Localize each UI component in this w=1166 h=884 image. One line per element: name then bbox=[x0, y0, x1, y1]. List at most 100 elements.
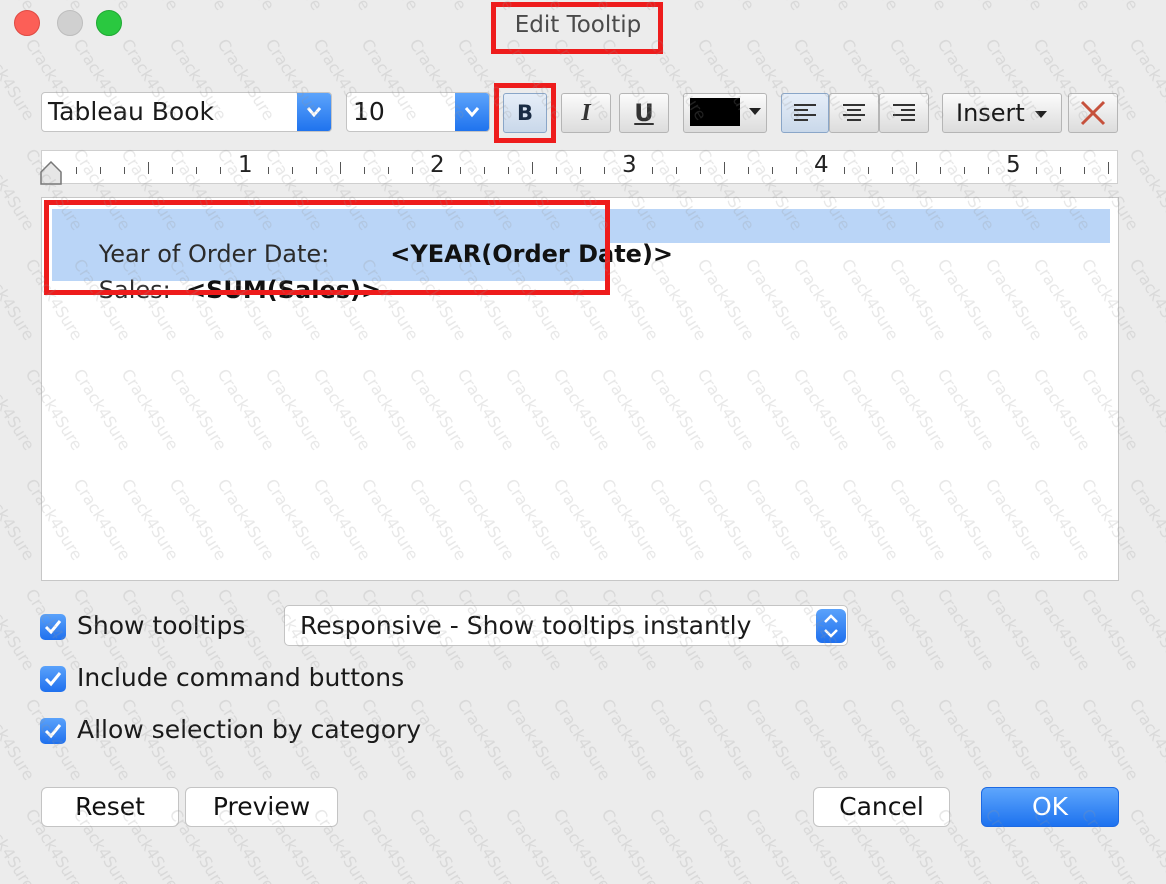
watermark-text: Crack4Sure bbox=[501, 805, 567, 884]
ruler-tick bbox=[484, 167, 485, 174]
font-family-value: Tableau Book bbox=[48, 97, 214, 126]
ruler-tick bbox=[268, 167, 269, 174]
ruler-tick bbox=[76, 167, 77, 174]
watermark-text: Crack4Sure bbox=[693, 805, 759, 884]
ruler-tick bbox=[1036, 167, 1037, 174]
watermark-text: Crack4Sure bbox=[0, 585, 39, 674]
ruler-tick bbox=[508, 167, 509, 174]
ruler-tick bbox=[148, 162, 149, 174]
watermark-text: Crack4Sure bbox=[789, 695, 855, 784]
ruler-tick bbox=[172, 167, 173, 174]
watermark-text: Crack4Sure bbox=[597, 695, 663, 784]
watermark-text: Crack4Sure bbox=[453, 805, 519, 884]
watermark-text: Crack4Sure bbox=[405, 805, 471, 884]
ruler-tick bbox=[844, 167, 845, 174]
watermark-text: Crack4Sure bbox=[0, 695, 39, 784]
ruler-tick bbox=[340, 162, 341, 174]
align-center-button[interactable] bbox=[829, 93, 879, 133]
window-title: Edit Tooltip bbox=[514, 12, 642, 38]
show-tooltips-label[interactable]: Show tooltips bbox=[77, 611, 245, 640]
ruler-tick bbox=[388, 167, 389, 174]
align-left-button[interactable] bbox=[781, 93, 829, 133]
ruler-tick bbox=[676, 167, 677, 174]
ruler-tick bbox=[652, 167, 653, 174]
ruler-tick bbox=[916, 162, 917, 174]
bold-button[interactable]: B bbox=[503, 93, 547, 133]
ruler-label-1: 1 bbox=[238, 152, 253, 178]
ruler-tick bbox=[964, 167, 965, 174]
ruler-tick bbox=[988, 167, 989, 174]
ruler-tick bbox=[700, 167, 701, 174]
align-right-icon bbox=[893, 104, 915, 121]
watermark-text: Crack4Sure bbox=[597, 805, 663, 884]
ruler-tick bbox=[940, 167, 941, 174]
tooltip-mode-select[interactable]: Responsive - Show tooltips instantly bbox=[284, 605, 848, 646]
watermark-text: Crack4Sure bbox=[1077, 695, 1143, 784]
ruler-tick bbox=[460, 167, 461, 174]
watermark-text: Crack4Sure bbox=[1077, 585, 1143, 674]
watermark-text: Crack4Sure bbox=[0, 255, 39, 344]
checkmark-icon bbox=[44, 672, 62, 687]
checkmark-icon bbox=[44, 724, 62, 739]
watermark-text: Crack4Sure bbox=[1029, 585, 1095, 674]
font-family-select[interactable]: Tableau Book bbox=[41, 92, 332, 132]
cancel-button[interactable]: Cancel bbox=[813, 787, 950, 827]
insert-label: Insert bbox=[956, 99, 1025, 127]
align-left-icon bbox=[794, 104, 816, 121]
show-tooltips-checkbox[interactable] bbox=[40, 614, 66, 640]
font-size-select[interactable]: 10 bbox=[346, 92, 490, 132]
watermark-text: Crack4Sure bbox=[981, 585, 1047, 674]
ruler-label-4: 4 bbox=[814, 152, 829, 178]
underline-label: U bbox=[634, 99, 654, 127]
caret-down-icon bbox=[1035, 111, 1047, 118]
watermark-text: Crack4Sure bbox=[1125, 255, 1166, 344]
watermark-text: Crack4Sure bbox=[741, 805, 807, 884]
sales-field-token: <SUM(Sales)> bbox=[186, 276, 382, 304]
watermark-text: Crack4Sure bbox=[885, 585, 951, 674]
include-command-buttons-label[interactable]: Include command buttons bbox=[77, 663, 404, 692]
ruler-label-2: 2 bbox=[430, 152, 445, 178]
watermark-text: Crack4Sure bbox=[0, 365, 39, 454]
watermark-text: Crack4Sure bbox=[453, 695, 519, 784]
ruler-tick bbox=[796, 167, 797, 174]
watermark-text: Crack4Sure bbox=[645, 805, 711, 884]
indent-marker-icon[interactable] bbox=[40, 161, 62, 185]
allow-selection-checkbox[interactable] bbox=[40, 718, 66, 744]
ruler-label-3: 3 bbox=[622, 152, 637, 178]
close-window-button[interactable] bbox=[14, 10, 40, 36]
align-right-button[interactable] bbox=[879, 93, 929, 133]
ok-button[interactable]: OK bbox=[981, 787, 1119, 827]
watermark-text: Crack4Sure bbox=[885, 695, 951, 784]
watermark-text: Crack4Sure bbox=[981, 695, 1047, 784]
bold-label: B bbox=[516, 101, 533, 125]
watermark-text: Crack4Sure bbox=[0, 805, 39, 884]
tooltip-line-2: Sales: <SUM(Sales)> bbox=[53, 248, 381, 332]
ruler-tick bbox=[412, 167, 413, 174]
watermark-text: Crack4Sure bbox=[693, 695, 759, 784]
ruler-tick bbox=[316, 167, 317, 174]
preview-button[interactable]: Preview bbox=[185, 787, 338, 827]
ruler-tick bbox=[724, 162, 725, 174]
font-size-value: 10 bbox=[353, 97, 385, 126]
watermark-text: Crack4Sure bbox=[549, 805, 615, 884]
reset-button[interactable]: Reset bbox=[41, 787, 179, 827]
ruler-tick bbox=[100, 167, 101, 174]
ruler-tick bbox=[1108, 162, 1109, 174]
watermark-text: Crack4Sure bbox=[741, 695, 807, 784]
watermark-text: Crack4Sure bbox=[1125, 475, 1166, 564]
italic-button[interactable]: I bbox=[561, 93, 611, 133]
ruler-label-5: 5 bbox=[1006, 152, 1021, 178]
insert-menu-button[interactable]: Insert bbox=[942, 93, 1062, 133]
ruler-tick bbox=[1084, 167, 1085, 174]
include-command-buttons-checkbox[interactable] bbox=[40, 666, 66, 692]
clear-formatting-button[interactable] bbox=[1068, 93, 1118, 133]
minimize-window-button[interactable] bbox=[57, 10, 83, 36]
underline-button[interactable]: U bbox=[619, 93, 669, 133]
allow-selection-label[interactable]: Allow selection by category bbox=[77, 715, 421, 744]
watermark-text: Crack4Sure bbox=[1125, 365, 1166, 454]
zoom-window-button[interactable] bbox=[96, 10, 122, 36]
ruler-tick bbox=[532, 162, 533, 174]
chevron-down-icon bbox=[455, 93, 489, 131]
tooltip-text-editor[interactable]: Year of Order Date: <YEAR(Order Date)> S… bbox=[41, 197, 1119, 581]
watermark-text: Crack4Sure bbox=[1029, 695, 1095, 784]
